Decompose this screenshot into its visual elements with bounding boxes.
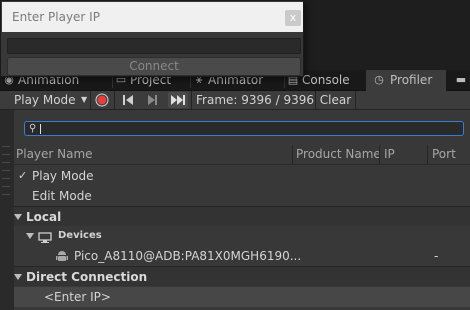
profiler-toolbar: Play Mode ▼ Frame: 9396 / 9396 Clear [0,91,470,110]
expand-triangle-icon [26,233,34,239]
first-frame-button[interactable] [118,92,138,108]
tab-profiler[interactable]: ◷ Profiler [366,70,446,91]
dialog-title: Enter Player IP [12,10,100,24]
chevron-down-icon: ▼ [81,95,88,104]
expand-triangle-icon [14,274,22,280]
toolbar-separator [90,91,91,109]
text-caret [40,124,41,134]
checkmark-icon: ✓ [18,169,28,182]
section-direct-connection[interactable]: Direct Connection [14,266,470,286]
attach-to-player-dropdown[interactable]: Play Mode ▼ [4,91,88,109]
header-divider [14,164,470,165]
section-local[interactable]: Local [14,206,470,226]
list-item-enter-ip[interactable]: <Enter IP> [14,287,470,307]
gripper-line [2,194,10,195]
attach-mode-label: Play Mode [14,93,76,107]
list-item-play-mode[interactable]: ✓ Play Mode [14,166,470,186]
tab-folder-overflow[interactable]: ▬ [450,70,470,91]
connect-button[interactable]: Connect [7,57,301,76]
expand-triangle-icon [14,214,22,220]
enter-ip-label: <Enter IP> [44,290,111,304]
group-devices[interactable]: Devices [14,226,470,246]
gripper-line [2,178,10,179]
list-item-edit-mode[interactable]: Edit Mode [14,186,470,206]
column-separator[interactable] [292,145,293,164]
current-frame-button[interactable] [168,92,188,108]
player-search-input[interactable]: ⚲ [24,121,464,136]
record-icon [95,93,109,107]
devices-label: Devices [58,230,102,241]
clear-button[interactable]: Clear [316,91,355,109]
toolbar-separator [355,91,356,109]
gripper-line [2,154,10,155]
frame-counter: Frame: 9396 / 9396 [196,93,314,107]
toolbar-separator [191,91,192,109]
close-icon: x [289,11,297,24]
enter-player-ip-dialog: Enter Player IP x Connect [0,0,304,77]
gripper-line [2,170,10,171]
gripper-line [2,162,10,163]
record-button[interactable] [92,92,112,108]
dialog-title-bar[interactable]: Enter Player IP x [2,2,303,32]
column-header-port[interactable]: Port [432,145,456,164]
folder-icon: ▬ [455,73,467,86]
column-separator[interactable] [427,145,428,164]
close-button[interactable]: x [285,10,301,26]
profiler-icon: ◷ [374,73,384,86]
section-local-label: Local [26,210,62,224]
column-header-product-name[interactable]: Product Name [296,145,381,164]
section-direct-label: Direct Connection [26,270,148,284]
timeline-gutter [0,110,14,310]
next-frame-button[interactable] [142,92,162,108]
step-forward-icon [148,95,157,105]
device-name: Pico_A8110@ADB:PA81X0MGH6190... [74,249,302,263]
device-row[interactable]: Pico_A8110@ADB:PA81X0MGH6190... - [14,246,470,266]
column-header-player-name[interactable]: Player Name [16,145,93,164]
column-header-ip[interactable]: IP [384,145,395,164]
device-port: - [434,249,439,263]
tab-console-label: Console [302,73,350,87]
gripper-line [2,146,10,147]
ip-address-input[interactable] [7,38,301,54]
edit-mode-label: Edit Mode [32,189,92,203]
search-icon: ⚲ [29,123,37,134]
gripper-line [2,186,10,187]
tab-profiler-label: Profiler [390,73,433,87]
toolbar-separator [114,91,115,109]
play-mode-label: Play Mode [32,169,94,183]
skip-back-icon [123,95,133,105]
fast-forward-icon [171,95,185,105]
column-separator[interactable] [379,145,380,164]
